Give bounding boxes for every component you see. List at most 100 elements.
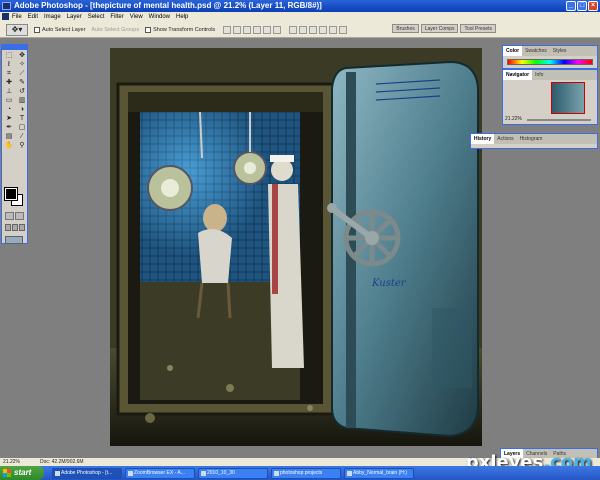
document-icon xyxy=(2,13,9,20)
menu-layer[interactable]: Layer xyxy=(67,14,82,20)
options-bar: ✥▾ Auto Select Layer Auto Select Groups … xyxy=(0,22,600,38)
navigator-zoom-value[interactable]: 21.22% xyxy=(505,116,522,122)
menu-image[interactable]: Image xyxy=(44,14,61,20)
dodge-tool-icon[interactable]: ◑ xyxy=(16,106,28,114)
windows-logo-icon xyxy=(3,469,11,477)
window-controls: _ □ × xyxy=(566,1,598,11)
standard-mode-icon[interactable] xyxy=(5,212,14,220)
distribute-right-icon[interactable] xyxy=(339,25,348,34)
checkbox-box[interactable] xyxy=(145,26,152,33)
auto-select-layer-checkbox[interactable]: Auto Select Layer xyxy=(34,26,85,33)
magic-wand-tool-icon[interactable]: ✧ xyxy=(16,61,28,69)
screen-mode-buttons xyxy=(5,224,25,231)
color-ramp[interactable] xyxy=(507,59,593,65)
navigator-panel: Navigator Info 21.22% xyxy=(502,69,598,125)
lasso-tool-icon[interactable]: ℓ xyxy=(3,61,15,69)
tab-actions[interactable]: Actions xyxy=(494,134,516,144)
menu-file[interactable]: File xyxy=(12,14,22,20)
distribute-bottom-icon[interactable] xyxy=(309,25,318,34)
align-right-icon[interactable] xyxy=(273,25,282,34)
tab-swatches[interactable]: Swatches xyxy=(522,46,550,56)
clone-stamp-tool-icon[interactable]: ⊥ xyxy=(3,88,15,96)
healing-brush-tool-icon[interactable]: ✚ xyxy=(3,79,15,87)
screen-mode-full-icon[interactable] xyxy=(19,224,25,231)
taskbar-item-zoombrowser[interactable]: ZoomBrowser EX - A... xyxy=(125,467,195,479)
distribute-top-icon[interactable] xyxy=(289,25,298,34)
start-button[interactable]: start xyxy=(0,466,44,480)
pen-tool-icon[interactable]: ✒ xyxy=(3,124,15,132)
path-selection-tool-icon[interactable]: ➤ xyxy=(3,115,15,123)
status-zoom[interactable]: 21.22% xyxy=(3,458,20,466)
tab-styles[interactable]: Styles xyxy=(550,46,570,56)
foreground-color-swatch[interactable] xyxy=(4,187,18,201)
window-title: Adobe Photoshop - [thepicture of mental … xyxy=(14,1,322,10)
close-button[interactable]: × xyxy=(588,1,598,11)
taskbar-item-label: Adobe Photoshop - [t... xyxy=(61,469,113,476)
document-canvas[interactable]: Kuster xyxy=(110,48,482,446)
tab-info[interactable]: Info xyxy=(532,70,546,80)
gradient-tool-icon[interactable]: ▥ xyxy=(16,97,28,105)
distribute-middle-icon[interactable] xyxy=(299,25,308,34)
taskbar-item-photoshop[interactable]: Adobe Photoshop - [t... xyxy=(52,467,122,479)
photoshop-task-icon xyxy=(55,470,60,476)
align-bottom-icon[interactable] xyxy=(243,25,252,34)
distribute-center-icon[interactable] xyxy=(329,25,338,34)
mode-buttons xyxy=(5,212,24,220)
minimize-button[interactable]: _ xyxy=(566,1,576,11)
move-tool-preset-icon[interactable]: ✥▾ xyxy=(6,23,28,36)
move-tool-icon[interactable]: ✥ xyxy=(16,52,28,60)
type-tool-icon[interactable]: T xyxy=(16,115,28,123)
marquee-tool-icon[interactable]: ⬚ xyxy=(3,52,15,60)
show-transform-controls-checkbox[interactable]: Show Transform Controls xyxy=(145,26,215,33)
jump-to-imageready-icon[interactable] xyxy=(5,236,23,244)
drive-icon xyxy=(347,470,352,476)
shape-tool-icon[interactable]: ▢ xyxy=(16,124,28,132)
menu-window[interactable]: Window xyxy=(149,14,170,20)
tab-histogram[interactable]: Histogram xyxy=(517,134,546,144)
blur-tool-icon[interactable]: ◔ xyxy=(3,106,15,114)
menu-edit[interactable]: Edit xyxy=(28,14,38,20)
slice-tool-icon[interactable]: ⟋ xyxy=(16,70,28,78)
align-top-icon[interactable] xyxy=(223,25,232,34)
color-panel-tabs: Color Swatches Styles xyxy=(503,46,597,56)
navigator-thumbnail[interactable] xyxy=(551,82,585,114)
tab-color[interactable]: Color xyxy=(503,46,523,56)
tab-navigator[interactable]: Navigator xyxy=(503,70,533,80)
taskbar-item-label: ZoomBrowser EX - A... xyxy=(134,469,185,476)
hand-tool-icon[interactable]: ✋ xyxy=(3,142,15,150)
menu-help[interactable]: Help xyxy=(176,14,188,20)
palette-well-brushes[interactable]: Brushes xyxy=(392,24,419,33)
menu-view[interactable]: View xyxy=(130,14,143,20)
navigator-zoom-slider[interactable] xyxy=(527,119,591,121)
quick-mask-icon[interactable] xyxy=(15,212,24,220)
eyedropper-tool-icon[interactable]: ⁄ xyxy=(16,133,28,141)
menu-select[interactable]: Select xyxy=(88,14,105,20)
taskbar-item-abby-normal-brain[interactable]: Abby_Normal_brain (H:) xyxy=(344,467,414,479)
menu-filter[interactable]: Filter xyxy=(110,14,123,20)
screen-mode-full-menu-icon[interactable] xyxy=(12,224,18,231)
taskbar-item-folder-2010[interactable]: 2010_10_30 xyxy=(198,467,268,479)
brush-tool-icon[interactable]: ✎ xyxy=(16,79,28,87)
artwork-image: Kuster xyxy=(110,48,482,446)
checkbox-box[interactable] xyxy=(34,26,40,33)
color-panel: Color Swatches Styles xyxy=(502,45,598,69)
align-center-icon[interactable] xyxy=(263,25,272,34)
maximize-button[interactable]: □ xyxy=(577,1,587,11)
tab-history[interactable]: History xyxy=(471,134,495,144)
history-brush-tool-icon[interactable]: ↺ xyxy=(16,88,28,96)
photoshop-app-icon xyxy=(2,2,11,10)
zoom-tool-icon[interactable]: ⚲ xyxy=(16,142,28,150)
align-left-icon[interactable] xyxy=(253,25,262,34)
eraser-tool-icon[interactable]: ▭ xyxy=(3,97,15,105)
notes-tool-icon[interactable]: ▤ xyxy=(3,133,15,141)
align-middle-icon[interactable] xyxy=(233,25,242,34)
distribute-left-icon[interactable] xyxy=(319,25,328,34)
zoombrowser-task-icon xyxy=(128,470,133,476)
history-panel-tabs: History Actions Histogram xyxy=(471,134,597,144)
crop-tool-icon[interactable]: ⌗ xyxy=(3,70,15,78)
screen-mode-standard-icon[interactable] xyxy=(5,224,11,231)
taskbar-item-photoshop-projects[interactable]: photoshop projects xyxy=(271,467,341,479)
palette-well-layer-comps[interactable]: Layer Comps xyxy=(420,24,459,33)
palette-well-tool-presets[interactable]: Tool Presets xyxy=(460,24,496,33)
taskbar: start Adobe Photoshop - [t... ZoomBrowse… xyxy=(0,466,600,480)
